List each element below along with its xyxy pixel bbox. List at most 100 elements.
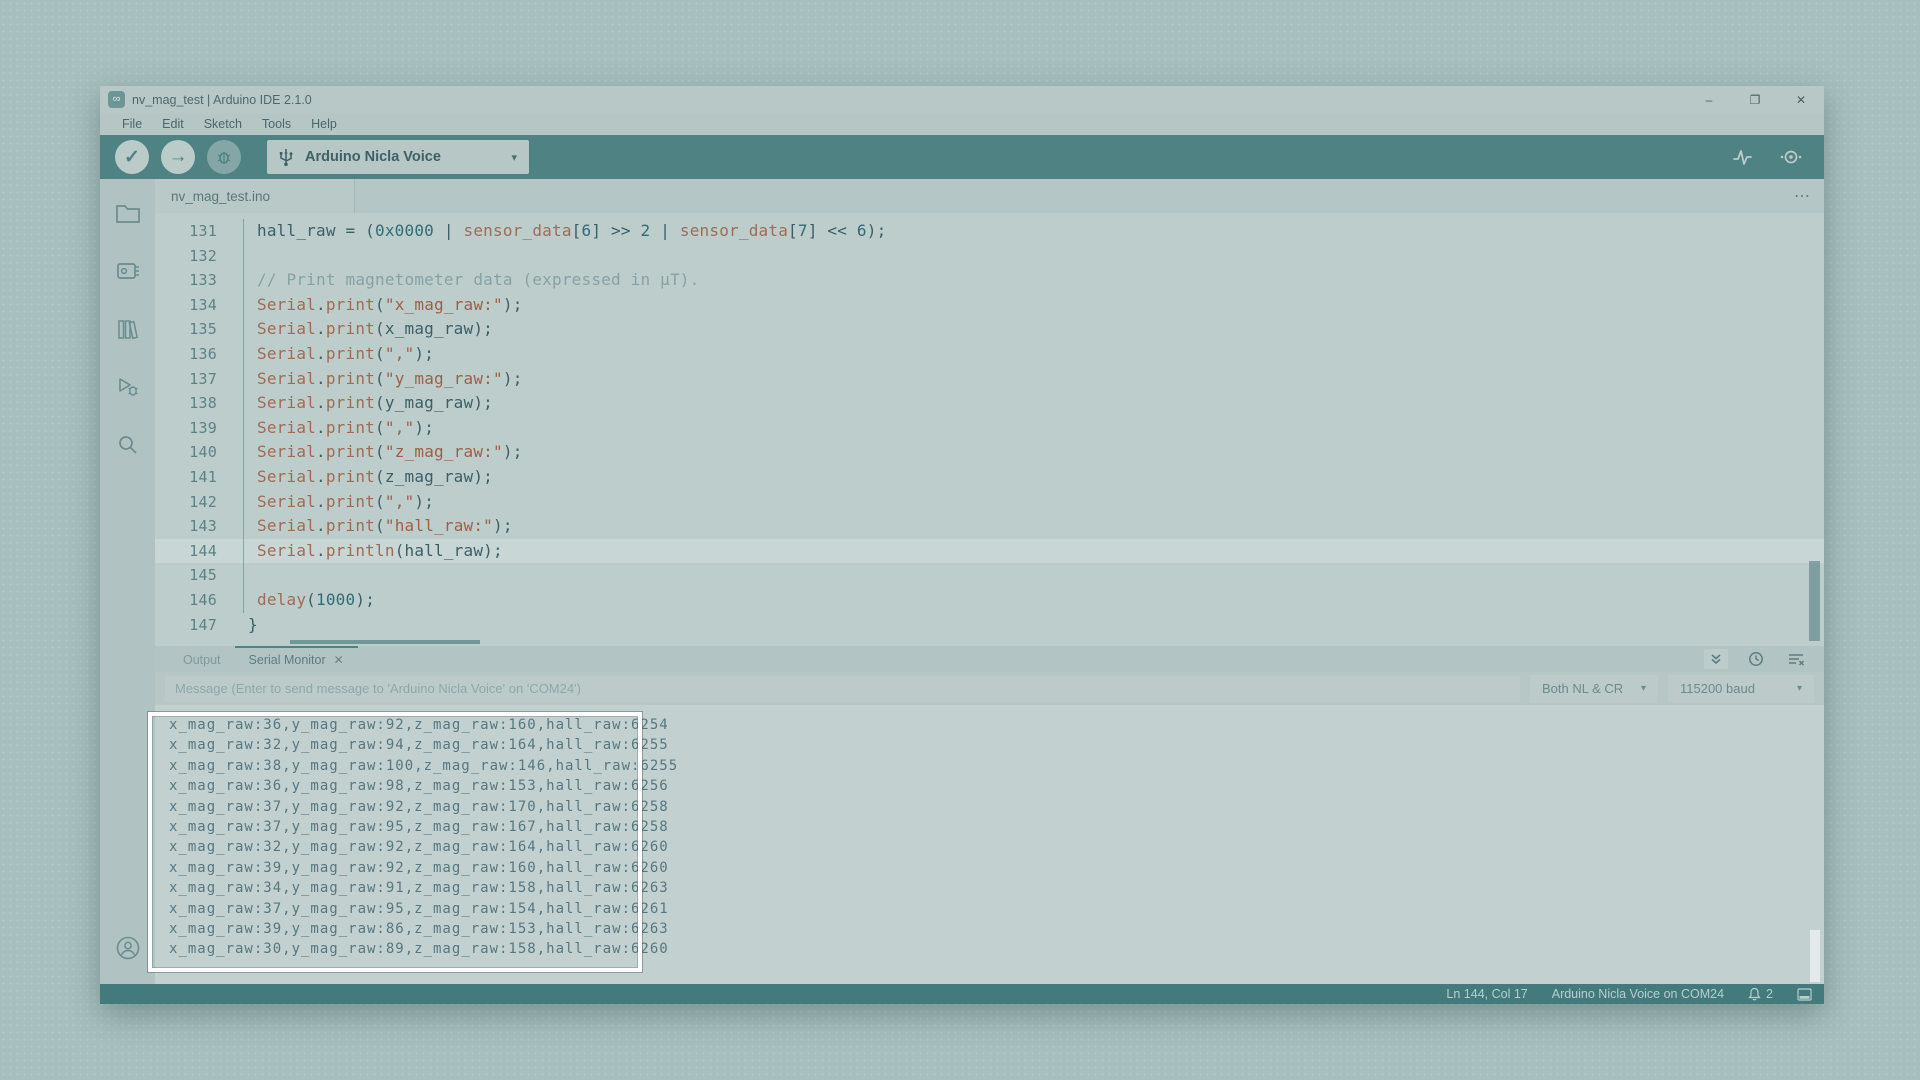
code-text [243,563,257,588]
menu-tools[interactable]: Tools [252,117,301,131]
upload-button[interactable]: → [161,140,195,174]
baud-rate-dropdown[interactable]: 115200 baud ▾ [1668,675,1814,703]
menu-file[interactable]: File [112,117,152,131]
line-ending-dropdown[interactable]: Both NL & CR ▾ [1530,675,1658,703]
panel-tab-bar: Output Serial Monitor ✕ [155,646,1824,672]
serial-output-line: x_mag_raw:32,y_mag_raw:92,z_mag_raw:164,… [169,837,1824,857]
line-number: 134 [155,293,217,318]
code-text: Serial.print(","); [243,416,434,441]
serial-output-line: x_mag_raw:37,y_mag_raw:95,z_mag_raw:154,… [169,899,1824,919]
serial-output-line: x_mag_raw:32,y_mag_raw:94,z_mag_raw:164,… [169,735,1824,755]
code-text: Serial.print(x_mag_raw); [243,317,493,342]
menu-sketch[interactable]: Sketch [194,117,252,131]
serial-output-line: x_mag_raw:37,y_mag_raw:95,z_mag_raw:167,… [169,817,1824,837]
code-line-136[interactable]: 136 Serial.print(","); [155,342,1824,367]
code-line-131[interactable]: 131hall_raw = (0x0000 | sensor_data[6] >… [155,219,1824,244]
title-bar[interactable]: ∞ nv_mag_test | Arduino IDE 2.1.0 – ❐ ✕ [100,86,1824,113]
minimize-button[interactable]: – [1686,86,1732,113]
line-number: 139 [155,416,217,441]
window-title: nv_mag_test | Arduino IDE 2.1.0 [132,93,312,107]
chevron-down-icon: ▾ [1797,683,1802,694]
close-button[interactable]: ✕ [1778,86,1824,113]
code-line-142[interactable]: 142 Serial.print(","); [155,490,1824,515]
code-line-140[interactable]: 140Serial.print("z_mag_raw:"); [155,440,1824,465]
tab-nv-mag-test-ino[interactable]: nv_mag_test.ino [155,179,355,213]
code-line-139[interactable]: 139 Serial.print(","); [155,416,1824,441]
code-editor[interactable]: 131hall_raw = (0x0000 | sensor_data[6] >… [155,213,1824,646]
line-number: 142 [155,490,217,515]
arduino-app-icon: ∞ [108,91,125,108]
line-number: 137 [155,367,217,392]
arduino-ide-window: ∞ nv_mag_test | Arduino IDE 2.1.0 – ❐ ✕ … [100,86,1824,1004]
code-line-147[interactable]: 147} [155,613,1824,638]
line-number: 136 [155,342,217,367]
close-icon[interactable]: ✕ [334,653,344,667]
code-line-141[interactable]: 141Serial.print(z_mag_raw); [155,465,1824,490]
serial-output-line: x_mag_raw:36,y_mag_raw:98,z_mag_raw:153,… [169,776,1824,796]
serial-monitor-output[interactable]: x_mag_raw:36,y_mag_raw:92,z_mag_raw:160,… [155,705,1824,984]
code-text: Serial.print(","); [243,490,434,515]
menu-help[interactable]: Help [301,117,347,131]
panel-layout-icon[interactable] [1797,988,1812,1001]
code-line-144[interactable]: 144Serial.println(hall_raw); [155,539,1824,564]
line-number: 135 [155,317,217,342]
tab-strip-spacer [355,179,1780,213]
editor-more-actions-button[interactable]: ⋯ [1780,179,1824,213]
toggle-autoscroll-button[interactable] [1704,649,1728,669]
serial-plotter-button[interactable] [1730,146,1754,168]
search-icon[interactable] [108,423,148,467]
editor-horizontal-scrollbar[interactable] [290,640,480,644]
code-line-137[interactable]: 137Serial.print("y_mag_raw:"); [155,367,1824,392]
code-line-146[interactable]: 146delay(1000); [155,588,1824,613]
tab-output[interactable]: Output [169,646,235,672]
code-text: hall_raw = (0x0000 | sensor_data[6] >> 2… [243,219,886,244]
serial-monitor-button[interactable] [1778,146,1804,168]
code-line-138[interactable]: 138Serial.print(y_mag_raw); [155,391,1824,416]
code-line-143[interactable]: 143Serial.print("hall_raw:"); [155,514,1824,539]
code-text: Serial.print(z_mag_raw); [243,465,493,490]
line-number: 147 [155,613,217,638]
code-line-132[interactable]: 132 [155,244,1824,269]
debug-icon [215,148,233,166]
serial-output-scrollbar[interactable] [1810,930,1820,982]
restore-button[interactable]: ❐ [1732,86,1778,113]
sketchbook-folder-icon[interactable] [108,191,148,235]
serial-message-row: Both NL & CR ▾ 115200 baud ▾ [155,672,1824,705]
boards-manager-icon[interactable] [108,249,148,293]
serial-output-line: x_mag_raw:39,y_mag_raw:92,z_mag_raw:160,… [169,858,1824,878]
code-line-135[interactable]: 135 Serial.print(x_mag_raw); [155,317,1824,342]
line-number: 144 [155,539,217,564]
code-text: } [243,613,258,638]
cursor-position: Ln 144, Col 17 [1446,987,1527,1001]
verify-button[interactable]: ✓ [115,140,149,174]
debug-sidebar-icon[interactable] [108,365,148,409]
line-number: 143 [155,514,217,539]
code-line-133[interactable]: 133// Print magnetometer data (expressed… [155,268,1824,293]
activity-bar [100,179,155,984]
clear-output-icon[interactable] [1784,649,1808,669]
code-line-134[interactable]: 134Serial.print("x_mag_raw:"); [155,293,1824,318]
status-bar: Ln 144, Col 17 Arduino Nicla Voice on CO… [100,984,1824,1004]
notification-bell-icon [1748,987,1761,1001]
baud-rate-value: 115200 baud [1680,681,1783,696]
editor-vertical-scrollbar[interactable] [1809,561,1820,641]
notification-count: 2 [1766,987,1773,1001]
code-line-145[interactable]: 145 [155,563,1824,588]
notifications-button[interactable]: 2 [1748,987,1773,1001]
main-toolbar: ✓ → Arduino Nicla Voice ▾ [100,135,1824,179]
timestamp-clock-icon[interactable] [1744,649,1768,669]
serial-output-line: x_mag_raw:30,y_mag_raw:89,z_mag_raw:158,… [169,939,1824,959]
chevron-down-icon: ▾ [511,151,517,164]
code-text: Serial.print(","); [243,342,434,367]
tab-serial-monitor[interactable]: Serial Monitor ✕ [235,646,358,672]
board-connection-status: Arduino Nicla Voice on COM24 [1552,987,1724,1001]
account-icon[interactable] [108,926,148,970]
library-manager-icon[interactable] [108,307,148,351]
menu-edit[interactable]: Edit [152,117,194,131]
upload-icon: → [169,146,188,168]
debug-button[interactable] [207,140,241,174]
serial-message-input[interactable] [165,676,1520,702]
serial-output-line: x_mag_raw:34,y_mag_raw:91,z_mag_raw:158,… [169,878,1824,898]
serial-output-line: x_mag_raw:36,y_mag_raw:92,z_mag_raw:160,… [169,715,1824,735]
board-selector-dropdown[interactable]: Arduino Nicla Voice ▾ [267,140,529,174]
